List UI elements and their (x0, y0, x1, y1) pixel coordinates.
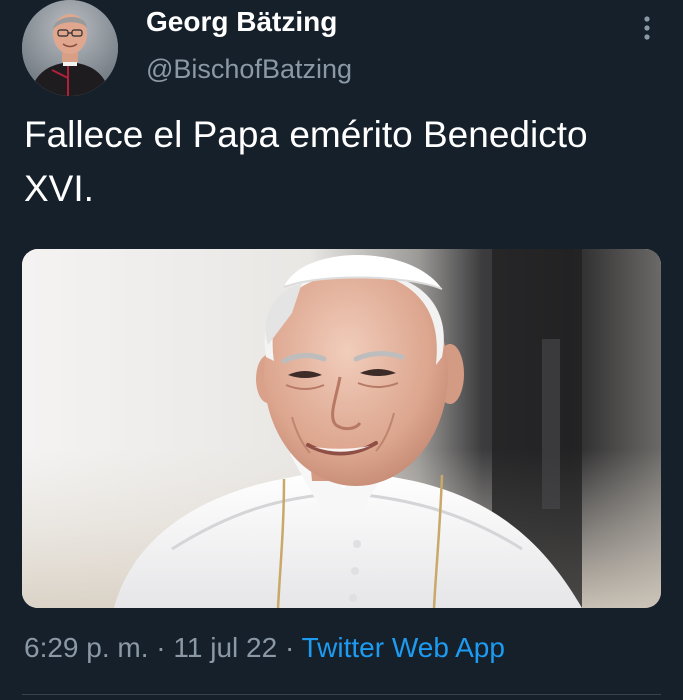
tweet-photo (22, 249, 661, 608)
tweet-date[interactable]: 11 jul 22 (173, 632, 277, 663)
avatar[interactable] (22, 0, 118, 96)
tweet-time[interactable]: 6:29 p. m. (24, 632, 149, 663)
author-handle[interactable]: @BischofBatzing (146, 54, 352, 85)
tweet: Georg Bätzing @BischofBatzing Fallece el… (0, 0, 683, 700)
avatar-photo (22, 0, 118, 96)
more-options-button[interactable] (632, 8, 662, 48)
meta-separator: · (284, 632, 295, 663)
divider (22, 694, 661, 695)
tweet-media[interactable] (22, 249, 661, 608)
author-name[interactable]: Georg Bätzing (146, 6, 337, 38)
meta-separator: · (156, 632, 166, 663)
tweet-text: Fallece el Papa emérito Benedicto XVI. (24, 114, 588, 209)
tweet-source[interactable]: Twitter Web App (302, 632, 505, 663)
more-vertical-icon (644, 16, 650, 40)
tweet-meta: 6:29 p. m. · 11 jul 22 · Twitter Web App (24, 632, 505, 664)
